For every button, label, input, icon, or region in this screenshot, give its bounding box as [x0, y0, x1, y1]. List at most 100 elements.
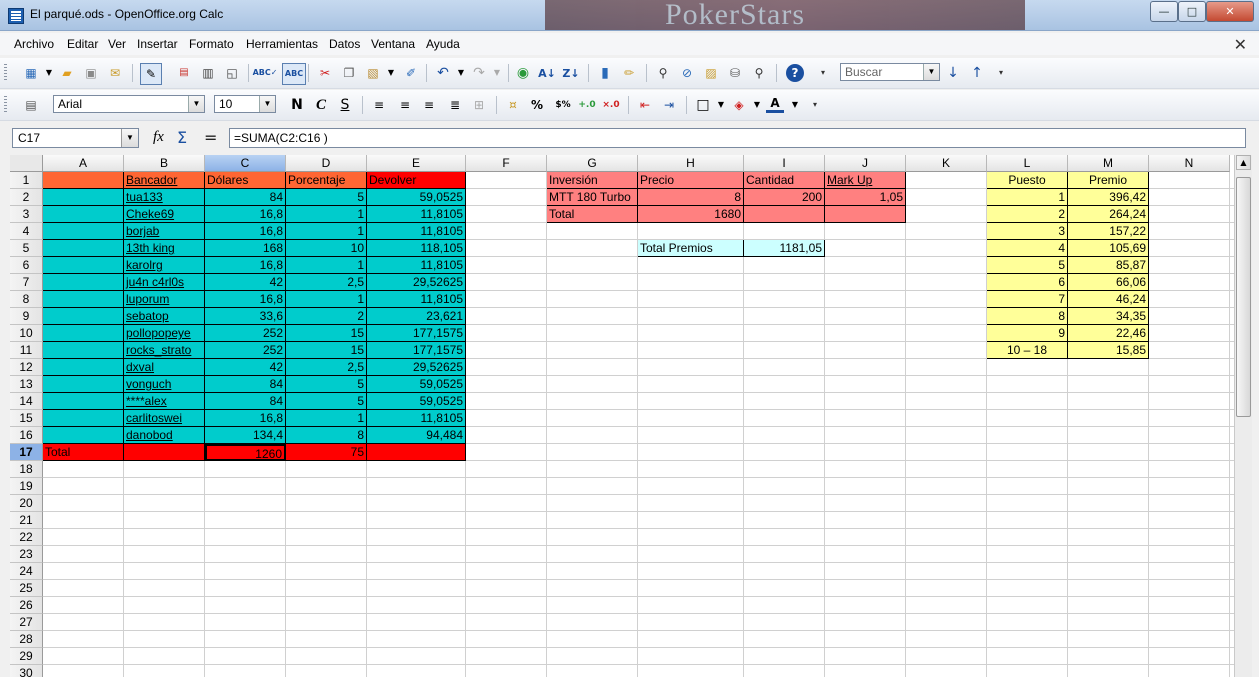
- menu-archivo[interactable]: Archivo: [14, 37, 54, 51]
- banker-name-cell[interactable]: ju4n c4rl0s: [124, 274, 205, 291]
- cell-j3[interactable]: [825, 206, 906, 223]
- row-header-11[interactable]: 11: [10, 342, 43, 359]
- search-input[interactable]: Buscar ▼: [840, 63, 940, 81]
- prize-place-cell[interactable]: 6: [987, 274, 1068, 291]
- search-options-icon[interactable]: ▾: [992, 64, 1010, 82]
- formula-input[interactable]: =SUMA(C2:C16 ): [229, 128, 1246, 148]
- dollars-cell[interactable]: 33,6: [205, 308, 286, 325]
- minimize-button[interactable]: —: [1150, 1, 1178, 22]
- dollars-cell[interactable]: 16,8: [205, 257, 286, 274]
- menu-herramientas[interactable]: Herramientas: [246, 37, 318, 51]
- underline-button[interactable]: S: [336, 96, 354, 114]
- prize-place-cell[interactable]: 4: [987, 240, 1068, 257]
- return-cell[interactable]: 59,0525: [367, 393, 466, 410]
- return-cell[interactable]: 59,0525: [367, 376, 466, 393]
- column-header-k[interactable]: K: [906, 155, 987, 172]
- dollars-cell[interactable]: 252: [205, 325, 286, 342]
- cell-a14[interactable]: [43, 393, 124, 410]
- investment-header-1[interactable]: Precio: [638, 172, 744, 189]
- return-cell[interactable]: 11,8105: [367, 291, 466, 308]
- investment-markup-cell[interactable]: 1,05: [825, 189, 906, 206]
- function-icon[interactable]: =: [204, 128, 217, 147]
- borders-icon[interactable]: □: [694, 96, 712, 114]
- prize-place-cell[interactable]: 3: [987, 223, 1068, 240]
- email-icon[interactable]: ✉: [106, 64, 124, 82]
- help-icon[interactable]: ?: [786, 64, 804, 82]
- cell-i3[interactable]: [744, 206, 825, 223]
- banker-name-cell[interactable]: borjab: [124, 223, 205, 240]
- prize-amount-cell[interactable]: 66,06: [1068, 274, 1149, 291]
- close-window-button[interactable]: ✕: [1206, 1, 1254, 22]
- justify-icon[interactable]: ≣: [446, 96, 464, 114]
- banker-name-cell[interactable]: luporum: [124, 291, 205, 308]
- row-header-4[interactable]: 4: [10, 223, 43, 240]
- return-cell[interactable]: 11,8105: [367, 223, 466, 240]
- percent-cell[interactable]: 15: [286, 342, 367, 359]
- background-color-icon[interactable]: ◈: [730, 96, 748, 114]
- header-cell-3[interactable]: Devolver: [367, 172, 466, 189]
- active-cell-c17[interactable]: 1260: [205, 444, 286, 461]
- format-toolbar-options-icon[interactable]: ▾: [806, 96, 824, 114]
- row-header-23[interactable]: 23: [10, 546, 43, 563]
- prize-place-cell[interactable]: 2: [987, 206, 1068, 223]
- vertical-scrollbar[interactable]: ▲: [1234, 155, 1252, 677]
- bold-button[interactable]: N: [288, 96, 306, 114]
- autospellcheck-icon[interactable]: ABC: [282, 63, 306, 85]
- prize-place-cell[interactable]: 10 – 18: [987, 342, 1068, 359]
- menu-ayuda[interactable]: Ayuda: [426, 37, 460, 51]
- total-prizes-value[interactable]: 1181,05: [744, 240, 825, 257]
- font-name-select[interactable]: Arial ▼: [53, 95, 205, 113]
- dollars-cell[interactable]: 252: [205, 342, 286, 359]
- find-replace-icon[interactable]: ⚲: [654, 64, 672, 82]
- percent-cell[interactable]: 1: [286, 410, 367, 427]
- cell-a13[interactable]: [43, 376, 124, 393]
- font-size-dropdown-icon[interactable]: ▼: [259, 96, 275, 112]
- dollars-cell[interactable]: 134,4: [205, 427, 286, 444]
- return-cell[interactable]: 11,8105: [367, 206, 466, 223]
- header-cell-0[interactable]: Bancador: [124, 172, 205, 189]
- percent-cell[interactable]: 1: [286, 291, 367, 308]
- return-cell[interactable]: 177,1575: [367, 342, 466, 359]
- percent-cell[interactable]: 1: [286, 223, 367, 240]
- return-cell[interactable]: 59,0525: [367, 189, 466, 206]
- scroll-up-icon[interactable]: ▲: [1236, 155, 1251, 170]
- row-header-3[interactable]: 3: [10, 206, 43, 223]
- column-header-e[interactable]: E: [367, 155, 466, 172]
- column-header-f[interactable]: F: [466, 155, 547, 172]
- hyperlink-icon[interactable]: ◉: [514, 64, 532, 82]
- banker-name-cell[interactable]: vonguch: [124, 376, 205, 393]
- return-cell[interactable]: 29,52625: [367, 274, 466, 291]
- row-header-10[interactable]: 10: [10, 325, 43, 342]
- row-header-17[interactable]: 17: [10, 444, 43, 461]
- menu-datos[interactable]: Datos: [329, 37, 360, 51]
- spreadsheet-grid[interactable]: A B C D E F G H I J K L M N 1 2 3 4 5 6 7 8 9 10 11 12 13 14 15 16 17 1…: [10, 155, 1234, 677]
- cell-a9[interactable]: [43, 308, 124, 325]
- undo-icon[interactable]: ↶: [434, 64, 452, 82]
- maximize-button[interactable]: □: [1178, 1, 1206, 22]
- navigator-icon[interactable]: ⊘: [678, 64, 696, 82]
- banker-name-cell[interactable]: Cheke69: [124, 206, 205, 223]
- row-header-5[interactable]: 5: [10, 240, 43, 257]
- menu-ver[interactable]: Ver: [108, 37, 126, 51]
- delete-decimal-icon[interactable]: ×.0: [602, 96, 620, 114]
- cell-a8[interactable]: [43, 291, 124, 308]
- banker-name-cell[interactable]: dxval: [124, 359, 205, 376]
- row-header-16[interactable]: 16: [10, 427, 43, 444]
- column-header-i[interactable]: I: [744, 155, 825, 172]
- increase-indent-icon[interactable]: ⇥: [660, 96, 678, 114]
- banker-name-cell[interactable]: rocks_strato: [124, 342, 205, 359]
- spellcheck-icon[interactable]: ABC✓: [253, 64, 278, 82]
- find-next-icon[interactable]: ↓: [944, 64, 962, 82]
- cell-a2[interactable]: [43, 189, 124, 206]
- column-header-m[interactable]: M: [1068, 155, 1149, 172]
- return-cell[interactable]: 23,621: [367, 308, 466, 325]
- prize-place-cell[interactable]: 1: [987, 189, 1068, 206]
- cell-a3[interactable]: [43, 206, 124, 223]
- percent-cell[interactable]: 2,5: [286, 274, 367, 291]
- row-header-8[interactable]: 8: [10, 291, 43, 308]
- prize-header-1[interactable]: Premio: [1068, 172, 1149, 189]
- menu-ventana[interactable]: Ventana: [371, 37, 415, 51]
- row-header-6[interactable]: 6: [10, 257, 43, 274]
- format-paintbrush-icon[interactable]: ✐: [402, 64, 420, 82]
- column-header-n[interactable]: N: [1149, 155, 1230, 172]
